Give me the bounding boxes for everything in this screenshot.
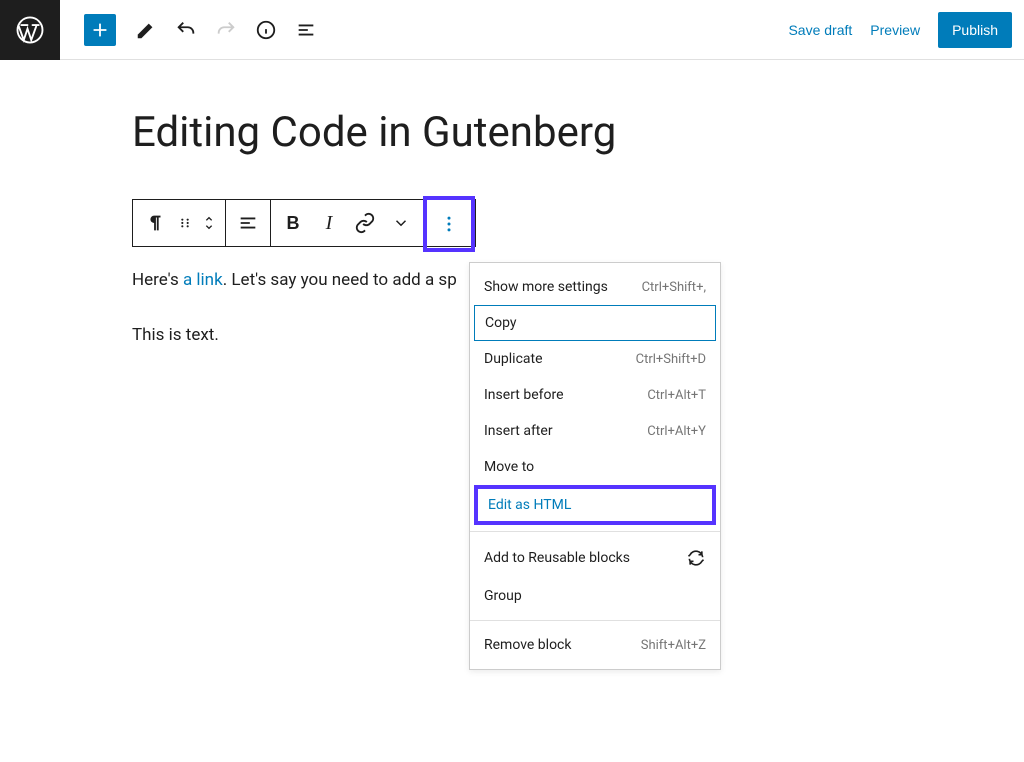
menu-label: Group xyxy=(484,588,522,604)
align-button[interactable] xyxy=(230,200,266,246)
menu-label: Remove block xyxy=(484,637,571,653)
edit-mode-button[interactable] xyxy=(128,12,164,48)
menu-label: Copy xyxy=(485,315,517,331)
reusable-icon xyxy=(686,548,706,568)
menu-label: Move to xyxy=(484,459,534,475)
chevron-down-icon xyxy=(392,214,410,232)
undo-icon xyxy=(175,19,197,41)
save-draft-button[interactable]: Save draft xyxy=(788,22,852,38)
menu-duplicate[interactable]: Duplicate Ctrl+Shift+D xyxy=(470,341,720,377)
link-icon xyxy=(354,212,376,234)
menu-shortcut: Ctrl+Alt+Y xyxy=(647,424,706,439)
menu-show-more-settings[interactable]: Show more settings Ctrl+Shift+, xyxy=(470,269,720,305)
outline-button[interactable] xyxy=(288,12,324,48)
kebab-icon xyxy=(439,214,459,234)
wordpress-icon xyxy=(15,15,45,45)
drag-icon xyxy=(177,215,193,231)
redo-button[interactable] xyxy=(208,12,244,48)
more-rich-button[interactable] xyxy=(383,200,419,246)
menu-move-to[interactable]: Move to xyxy=(470,449,720,485)
top-toolbar: Save draft Preview Publish xyxy=(0,0,1024,60)
bold-button[interactable]: B xyxy=(275,200,311,246)
add-block-button[interactable] xyxy=(84,14,116,46)
menu-insert-after[interactable]: Insert after Ctrl+Alt+Y xyxy=(470,413,720,449)
updown-icon xyxy=(201,213,217,233)
pilcrow-icon xyxy=(144,212,166,234)
post-title[interactable]: Editing Code in Gutenberg xyxy=(132,108,1024,157)
menu-edit-as-html[interactable]: Edit as HTML xyxy=(474,485,716,525)
move-updown-button[interactable] xyxy=(197,200,221,246)
info-icon xyxy=(255,19,277,41)
menu-add-reusable[interactable]: Add to Reusable blocks xyxy=(470,538,720,578)
menu-insert-before[interactable]: Insert before Ctrl+Alt+T xyxy=(470,377,720,413)
block-type-button[interactable] xyxy=(137,200,173,246)
menu-shortcut: Shift+Alt+Z xyxy=(641,638,706,653)
menu-label: Insert after xyxy=(484,423,553,439)
block-toolbar: B I xyxy=(132,199,476,247)
list-icon xyxy=(295,19,317,41)
drag-handle[interactable] xyxy=(173,200,197,246)
p1-suffix: . Let's say you need to add a sp xyxy=(223,270,457,290)
italic-button[interactable]: I xyxy=(311,200,347,246)
menu-copy[interactable]: Copy xyxy=(474,305,716,341)
link-button[interactable] xyxy=(347,200,383,246)
menu-shortcut: Ctrl+Shift+, xyxy=(642,280,706,295)
align-left-icon xyxy=(237,212,259,234)
menu-shortcut: Ctrl+Alt+T xyxy=(647,388,706,403)
undo-button[interactable] xyxy=(168,12,204,48)
toolbar-right: Save draft Preview Publish xyxy=(788,12,1024,48)
preview-button[interactable]: Preview xyxy=(870,22,920,38)
wp-logo[interactable] xyxy=(0,0,60,60)
plus-icon xyxy=(89,19,111,41)
p1-link[interactable]: a link xyxy=(183,270,223,290)
menu-shortcut: Ctrl+Shift+D xyxy=(636,352,706,367)
menu-group[interactable]: Group xyxy=(470,578,720,614)
more-options-highlight xyxy=(423,196,475,252)
editor-canvas: Editing Code in Gutenberg B I xyxy=(0,60,1024,349)
menu-label: Duplicate xyxy=(484,351,543,367)
menu-label: Show more settings xyxy=(484,279,608,295)
block-options-menu: Show more settings Ctrl+Shift+, Copy Dup… xyxy=(469,262,721,670)
publish-button[interactable]: Publish xyxy=(938,12,1012,48)
pencil-icon xyxy=(135,19,157,41)
redo-icon xyxy=(215,19,237,41)
menu-label: Add to Reusable blocks xyxy=(484,550,630,566)
info-button[interactable] xyxy=(248,12,284,48)
menu-remove-block[interactable]: Remove block Shift+Alt+Z xyxy=(470,627,720,663)
menu-label: Edit as HTML xyxy=(488,497,571,513)
menu-label: Insert before xyxy=(484,387,564,403)
toolbar-left xyxy=(60,12,324,48)
p1-prefix: Here's xyxy=(132,270,183,290)
more-options-button[interactable] xyxy=(431,201,467,247)
